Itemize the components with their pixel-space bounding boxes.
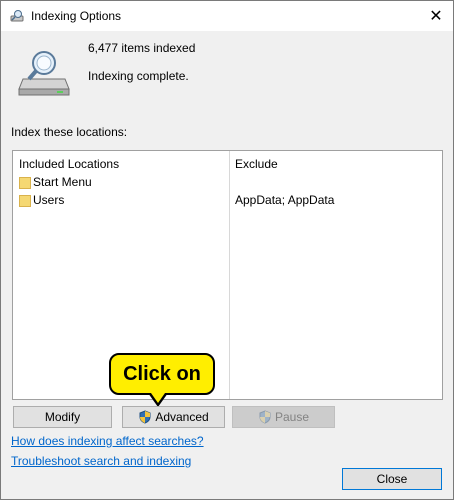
column-divider: [229, 151, 230, 399]
folder-icon: [19, 195, 31, 207]
callout-arrow-fill: [151, 393, 165, 403]
indexed-locations-list[interactable]: Included Locations Exclude Start Menu Us…: [12, 150, 443, 400]
indexing-drive-icon: [18, 51, 70, 96]
indexing-status-message: Indexing complete.: [88, 69, 189, 83]
index-locations-label: Index these locations:: [11, 125, 128, 139]
location-name: Start Menu: [33, 175, 92, 189]
modify-button-label: Modify: [44, 410, 81, 424]
column-header-included[interactable]: Included Locations: [19, 157, 119, 171]
pause-button[interactable]: Pause: [232, 406, 335, 428]
troubleshoot-search-link[interactable]: Troubleshoot search and indexing: [11, 454, 191, 468]
advanced-button-label: Advanced: [155, 410, 209, 424]
column-header-exclude[interactable]: Exclude: [235, 157, 278, 171]
window-title: Indexing Options: [31, 9, 122, 23]
close-button-label: Close: [376, 472, 408, 486]
how-indexing-affects-searches-link[interactable]: How does indexing affect searches?: [11, 434, 204, 448]
indexing-options-window: Indexing Options ✕ 6,477 items indexed I…: [0, 0, 454, 500]
uac-shield-icon: [139, 410, 151, 424]
title-bar[interactable]: Indexing Options ✕: [1, 1, 453, 31]
click-on-callout: Click on: [109, 353, 215, 395]
pause-button-label: Pause: [274, 410, 310, 424]
advanced-button[interactable]: Advanced: [122, 406, 225, 428]
location-name: Users: [33, 193, 65, 207]
location-exclude: AppData; AppData: [235, 193, 335, 207]
close-window-button[interactable]: ✕: [419, 1, 453, 31]
uac-shield-icon: [259, 410, 271, 424]
modify-button[interactable]: Modify: [13, 406, 112, 428]
close-button[interactable]: Close: [342, 468, 442, 490]
folder-icon: [19, 177, 31, 189]
items-indexed-count: 6,477 items indexed: [88, 41, 196, 55]
close-icon: ✕: [429, 8, 443, 25]
indexing-icon: [10, 10, 24, 22]
